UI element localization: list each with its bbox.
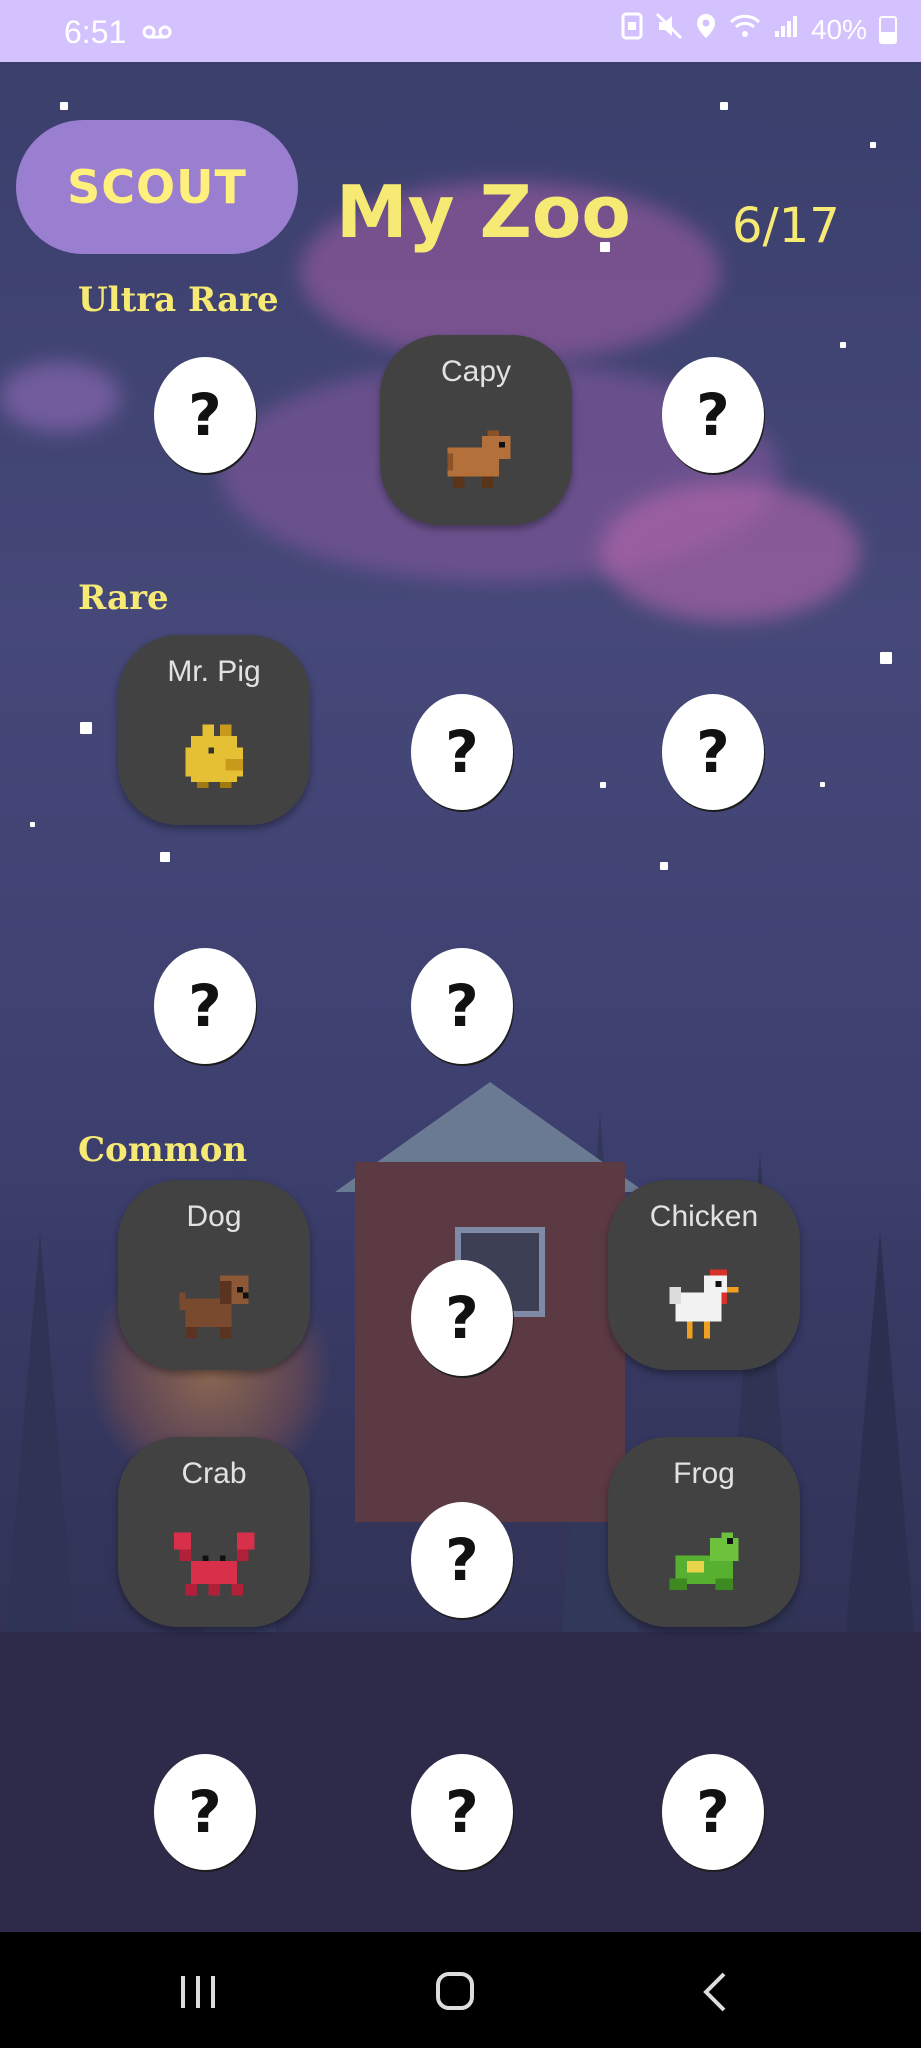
star bbox=[880, 652, 892, 664]
mute-icon bbox=[655, 12, 683, 47]
status-icons: 40% bbox=[621, 12, 897, 47]
section-label-rare: Rare bbox=[78, 578, 169, 618]
star bbox=[870, 142, 876, 148]
chicken-icon bbox=[658, 1258, 750, 1350]
animal-name: Crab bbox=[181, 1457, 247, 1490]
star bbox=[160, 852, 170, 862]
animal-card-dog[interactable]: Dog bbox=[118, 1180, 310, 1370]
frog-icon bbox=[658, 1515, 750, 1607]
animal-name: Chicken bbox=[649, 1200, 759, 1233]
section-label-common: Common bbox=[78, 1130, 248, 1170]
unknown-animal-slot[interactable]: ? bbox=[662, 694, 764, 810]
status-bar: 6:51 40% bbox=[0, 0, 921, 62]
animal-name: Dog bbox=[186, 1200, 242, 1233]
star bbox=[720, 102, 728, 110]
crab-icon bbox=[168, 1515, 260, 1607]
animal-card-crab[interactable]: Crab bbox=[118, 1437, 310, 1627]
unknown-animal-slot[interactable]: ? bbox=[154, 357, 256, 473]
animal-name: Frog bbox=[673, 1457, 735, 1490]
home-button[interactable] bbox=[420, 1962, 490, 2022]
golden-pig-icon bbox=[168, 713, 260, 805]
animal-card-capy[interactable]: Capy bbox=[380, 335, 572, 525]
unknown-animal-slot[interactable]: ? bbox=[411, 1260, 513, 1376]
star bbox=[80, 722, 92, 734]
star bbox=[660, 862, 668, 870]
animal-card-mr-pig[interactable]: Mr. Pig bbox=[118, 635, 310, 825]
animal-name: Capy bbox=[440, 355, 512, 388]
recent-apps-button[interactable] bbox=[163, 1962, 233, 2022]
battery-icon bbox=[879, 15, 897, 44]
battery-percent: 40% bbox=[810, 13, 867, 45]
animal-card-chicken[interactable]: Chicken bbox=[608, 1180, 800, 1370]
scout-button[interactable]: SCOUT bbox=[16, 120, 298, 254]
location-icon bbox=[695, 12, 717, 47]
system-nav-bar bbox=[0, 1932, 921, 2048]
voicemail-icon bbox=[142, 16, 172, 49]
star bbox=[60, 102, 68, 110]
collection-counter: 6/17 bbox=[732, 198, 840, 254]
unknown-animal-slot[interactable]: ? bbox=[154, 948, 256, 1064]
star bbox=[820, 782, 825, 787]
unknown-animal-slot[interactable]: ? bbox=[154, 1754, 256, 1870]
nebula bbox=[600, 482, 860, 622]
section-label-ultra-rare: Ultra Rare bbox=[78, 280, 279, 320]
star bbox=[840, 342, 846, 348]
animal-card-frog[interactable]: Frog bbox=[608, 1437, 800, 1627]
signal-icon bbox=[773, 13, 799, 46]
page-title: My Zoo bbox=[336, 170, 631, 254]
sim-icon bbox=[621, 12, 643, 47]
unknown-animal-slot[interactable]: ? bbox=[411, 1754, 513, 1870]
unknown-animal-slot[interactable]: ? bbox=[411, 1502, 513, 1618]
dog-icon bbox=[168, 1258, 260, 1350]
nebula bbox=[0, 362, 120, 432]
unknown-animal-slot[interactable]: ? bbox=[411, 948, 513, 1064]
status-time: 6:51 bbox=[64, 14, 127, 50]
star bbox=[600, 782, 606, 788]
animal-name: Mr. Pig bbox=[167, 655, 261, 688]
unknown-animal-slot[interactable]: ? bbox=[411, 694, 513, 810]
unknown-animal-slot[interactable]: ? bbox=[662, 1754, 764, 1870]
wifi-icon bbox=[729, 12, 761, 47]
capybara-icon bbox=[430, 413, 522, 505]
back-button[interactable] bbox=[680, 1962, 750, 2022]
unknown-animal-slot[interactable]: ? bbox=[662, 357, 764, 473]
star bbox=[30, 822, 35, 827]
